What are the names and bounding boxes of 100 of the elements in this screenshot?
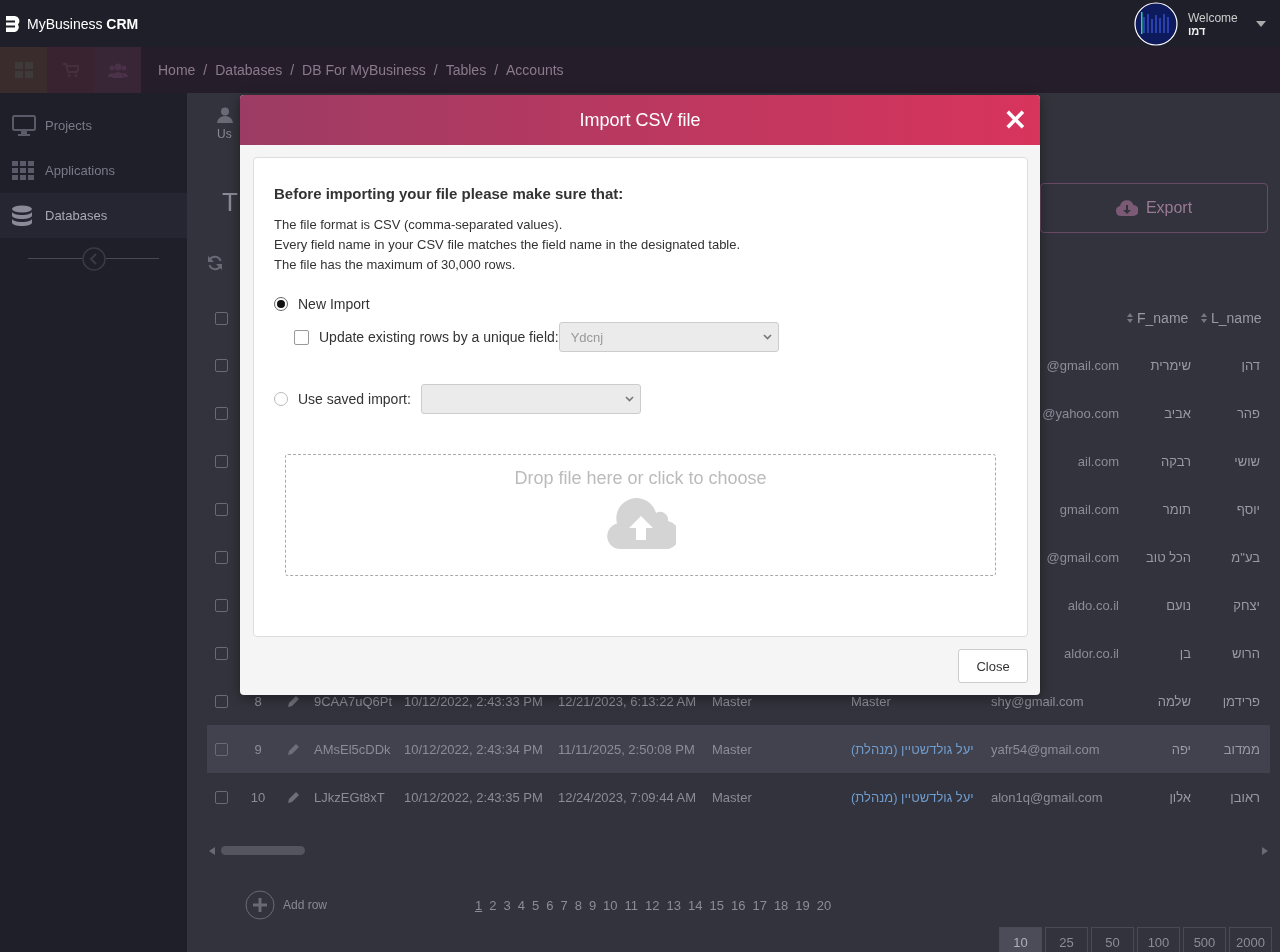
welcome-text: Welcome xyxy=(1188,10,1239,25)
page-link[interactable]: 1 xyxy=(475,897,483,913)
sort-icon xyxy=(1127,313,1133,323)
page-size-button[interactable]: 50 xyxy=(1091,927,1134,952)
close-button[interactable]: Close xyxy=(958,649,1028,683)
table-cell-text: 8 xyxy=(253,693,263,709)
table-cell-text: ממדוב xyxy=(1222,741,1261,757)
column-header[interactable]: F_name xyxy=(1127,310,1201,326)
breadcrumb-link[interactable]: Home xyxy=(158,62,196,78)
page-link[interactable]: 5 xyxy=(531,897,540,913)
table-cell-text: 9CAA7uQ6Pt xyxy=(314,693,394,709)
close-button[interactable]: × xyxy=(1002,105,1028,133)
page-link[interactable]: 17 xyxy=(752,897,767,913)
scroll-left-icon[interactable] xyxy=(209,846,215,855)
user-icon[interactable] xyxy=(217,107,233,123)
page-size-button[interactable]: 500 xyxy=(1183,927,1226,952)
cloud-download-icon xyxy=(1115,199,1138,217)
table-cell-text: 9 xyxy=(253,741,263,757)
row-checkbox[interactable] xyxy=(215,742,228,756)
sidebar-item[interactable]: Applications xyxy=(0,148,187,193)
pencil-icon[interactable] xyxy=(288,791,300,803)
table-cell-text: 10/12/2022, 2:43:33 PM xyxy=(404,693,544,709)
tab-label[interactable]: Us xyxy=(217,127,232,141)
users-button[interactable] xyxy=(94,47,141,93)
breadcrumb-link[interactable]: DB For MyBusiness xyxy=(302,62,426,78)
pencil-icon[interactable] xyxy=(288,743,300,755)
table-cell-text: 10/12/2022, 2:43:35 PM xyxy=(404,789,544,805)
select-all-checkbox[interactable] xyxy=(215,311,228,325)
column-header[interactable]: L_name xyxy=(1201,310,1270,326)
app-logo[interactable]: MyBusiness CRM xyxy=(27,15,139,32)
row-checkbox[interactable] xyxy=(215,406,228,420)
user-link[interactable]: יעל גולדשטיין (מנהלת) xyxy=(851,741,991,757)
option-label[interactable]: Update existing rows by a unique field: xyxy=(319,329,559,345)
breadcrumb-separator: / xyxy=(290,62,295,78)
table-cell-text: LJkzEGt8xT xyxy=(314,789,386,805)
page-link[interactable]: 6 xyxy=(546,897,554,913)
saved-import-select[interactable] xyxy=(420,384,641,414)
modal-title: Import CSV file xyxy=(579,109,701,131)
row-checkbox[interactable] xyxy=(215,502,228,516)
checkbox[interactable] xyxy=(294,329,309,345)
page-link[interactable]: 4 xyxy=(517,897,525,913)
table-cell-text: בע"מ xyxy=(1230,549,1261,565)
row-checkbox[interactable] xyxy=(215,646,228,660)
row-checkbox[interactable] xyxy=(215,790,228,804)
page-link[interactable]: 7 xyxy=(560,897,568,913)
page-link[interactable]: 15 xyxy=(709,897,724,913)
table-cell-text: שימרית xyxy=(1149,357,1192,373)
table-cell-text: ראובן xyxy=(1229,789,1261,805)
page-link[interactable]: 9 xyxy=(588,897,597,913)
refresh-icon[interactable] xyxy=(207,255,223,271)
table-cell-text: אביב xyxy=(1163,405,1192,421)
page-link[interactable]: 8 xyxy=(574,897,582,913)
table-cell-text: Master xyxy=(712,741,753,757)
table-cell-text: 10/12/2022, 2:43:34 PM xyxy=(404,741,544,757)
row-checkbox[interactable] xyxy=(215,454,228,468)
monitor-icon xyxy=(12,114,36,137)
page-link[interactable]: 10 xyxy=(603,897,618,913)
table-cell-text: @gmail.com xyxy=(1045,357,1120,373)
row-checkbox[interactable] xyxy=(215,598,228,612)
add-row-button[interactable]: Add row xyxy=(245,890,475,920)
breadcrumb-separator: / xyxy=(203,62,208,78)
table-cell-text: שושי xyxy=(1233,453,1261,469)
page-link[interactable]: 20 xyxy=(816,897,832,913)
option-label[interactable]: Use saved import: xyxy=(298,391,411,407)
table-cell-text: 12/24/2023, 7:09:44 AM xyxy=(558,789,698,805)
page-size-button[interactable]: 10 xyxy=(999,927,1042,952)
scroll-right-icon[interactable] xyxy=(1262,846,1268,855)
page-link[interactable]: 13 xyxy=(666,897,681,913)
table-cell-text: Master xyxy=(712,693,753,709)
breadcrumb-separator: / xyxy=(494,62,499,78)
drop-zone[interactable]: Drop file here or click to choose xyxy=(285,454,996,576)
breadcrumb-link[interactable]: Accounts xyxy=(506,62,564,78)
breadcrumb-link[interactable]: Tables xyxy=(445,62,487,78)
scrollbar-thumb[interactable] xyxy=(221,846,305,855)
avatar-icon[interactable] xyxy=(1134,1,1178,46)
page-size-button[interactable]: 25 xyxy=(1045,927,1088,952)
page-link[interactable]: 11 xyxy=(624,897,639,913)
page-link[interactable]: 2 xyxy=(489,897,497,913)
page-size-button[interactable]: 2000 xyxy=(1229,927,1272,952)
page-link[interactable]: 12 xyxy=(645,897,660,913)
page-link[interactable]: 16 xyxy=(730,897,746,913)
option-label[interactable]: New Import xyxy=(298,296,370,312)
row-checkbox[interactable] xyxy=(215,694,228,708)
cloud-upload-icon xyxy=(605,497,676,549)
row-checkbox[interactable] xyxy=(215,550,228,564)
row-checkbox[interactable] xyxy=(215,358,228,372)
user-link[interactable]: יעל גולדשטיין (מנהלת) xyxy=(851,789,991,805)
page-link[interactable]: 3 xyxy=(503,897,511,913)
breadcrumb-link[interactable]: Databases xyxy=(215,62,283,78)
collapse-button-icon[interactable] xyxy=(81,247,106,271)
sidebar-item[interactable]: Databases xyxy=(0,193,187,238)
page-size-button[interactable]: 100 xyxy=(1137,927,1180,952)
export-button[interactable]: Export xyxy=(1040,183,1268,233)
dropdown-caret-icon[interactable] xyxy=(1256,20,1266,27)
table-cell-text: 11/11/2025, 2:50:08 PM xyxy=(558,741,696,757)
page-link[interactable]: 18 xyxy=(773,897,789,913)
page-link[interactable]: 19 xyxy=(795,897,810,913)
instruction-text: Every field name in your CSV file matches the field name in the designated table. xyxy=(274,236,742,254)
sidebar-item[interactable]: Projects xyxy=(0,103,187,148)
page-link[interactable]: 14 xyxy=(688,897,703,913)
